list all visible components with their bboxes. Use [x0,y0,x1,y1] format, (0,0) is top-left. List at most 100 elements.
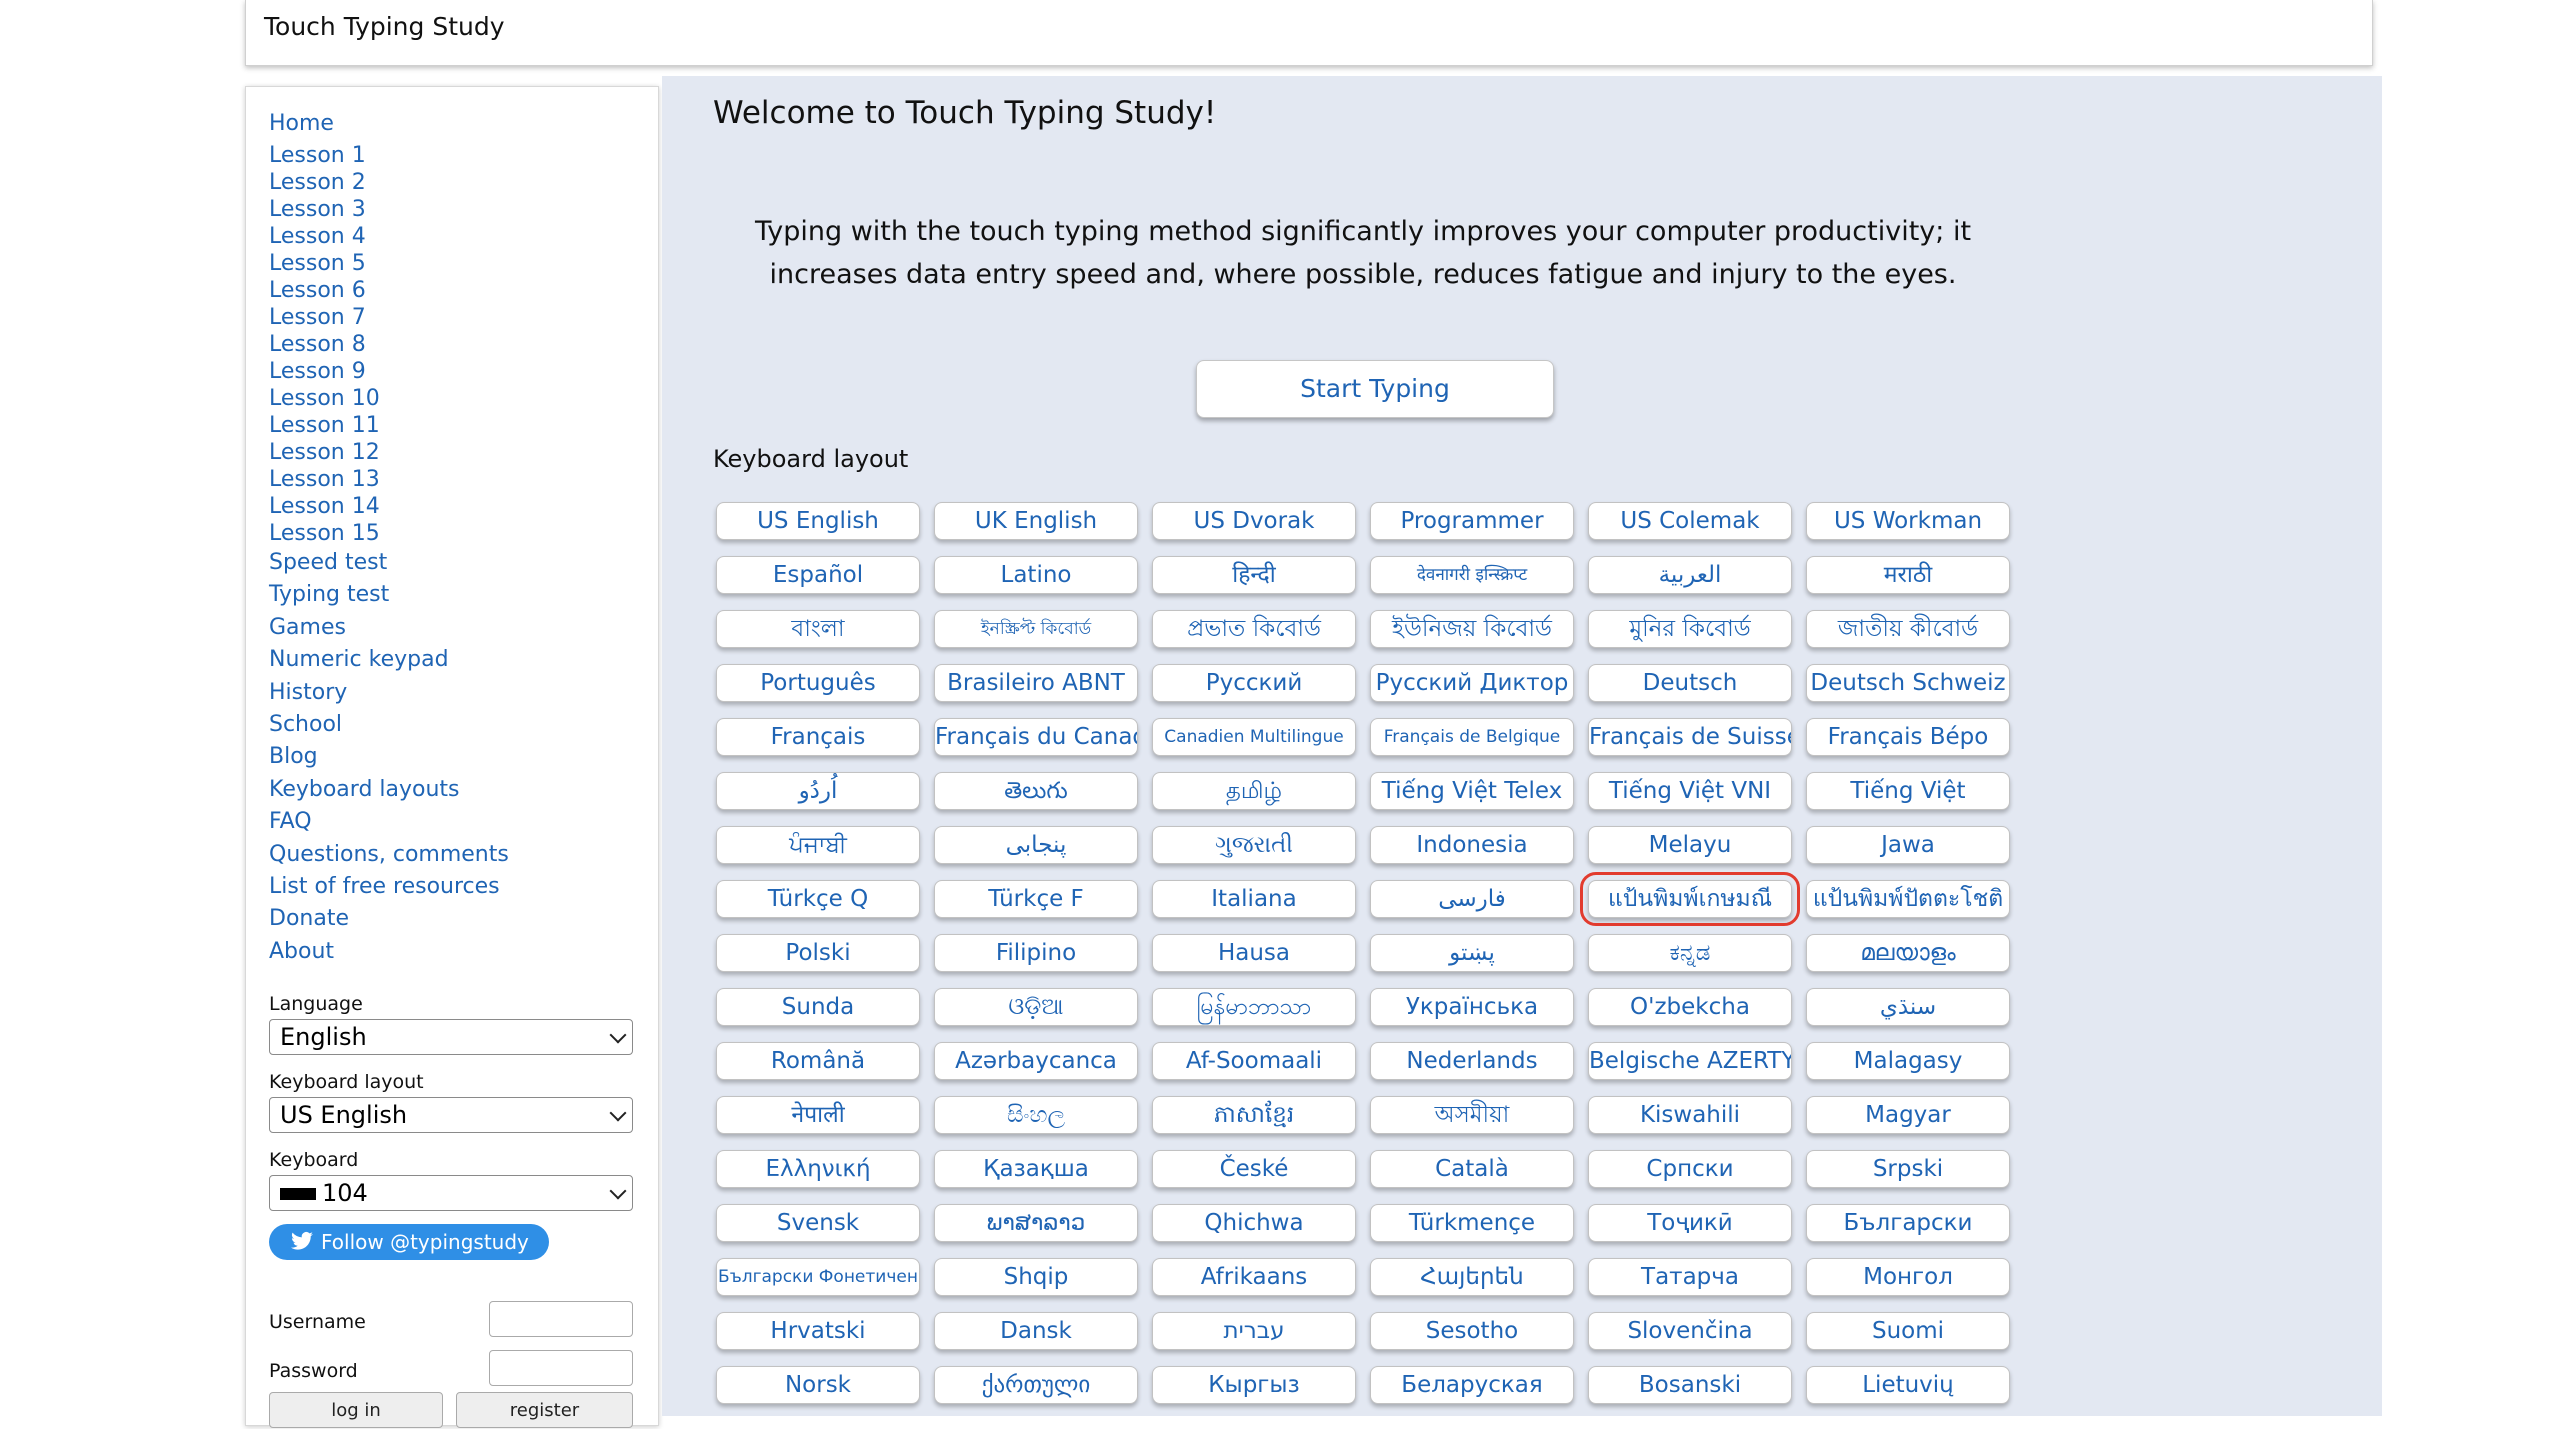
layout-button[interactable]: অসমীয়া [1370,1096,1574,1134]
layout-button[interactable]: Jawa [1806,826,2010,864]
layout-button[interactable]: Français [716,718,920,756]
layout-button[interactable]: Canadien Multilingue [1152,718,1356,756]
nav-lesson[interactable]: Lesson 11 [269,412,509,439]
nav-lesson[interactable]: Lesson 8 [269,331,509,358]
layout-button[interactable]: Norsk [716,1366,920,1404]
username-input[interactable] [489,1301,633,1337]
nav-lesson[interactable]: Lesson 4 [269,223,509,250]
nav-item[interactable]: History [269,677,509,709]
login-button[interactable]: log in [269,1392,443,1428]
layout-button[interactable]: සිංහල [934,1096,1138,1134]
layout-button[interactable]: Беларуская [1370,1366,1574,1404]
nav-lesson[interactable]: Lesson 10 [269,385,509,412]
nav-item[interactable]: About [269,936,509,968]
layout-button[interactable]: Dansk [934,1312,1138,1350]
layout-button[interactable]: ພາສາລາວ [934,1204,1138,1242]
nav-item[interactable]: Speed test [269,547,509,579]
layout-button[interactable]: Català [1370,1150,1574,1188]
layout-button[interactable]: Română [716,1042,920,1080]
layout-button[interactable]: தமிழ் [1152,772,1356,810]
layout-button[interactable]: Hausa [1152,934,1356,972]
register-button[interactable]: register [456,1392,633,1428]
layout-button[interactable]: Hrvatski [716,1312,920,1350]
layout-button[interactable]: हिन्दी [1152,556,1356,594]
layout-button[interactable]: প্রভাত কিবোর্ড [1152,610,1356,648]
layout-button[interactable]: জাতীয় কীবোর্ড [1806,610,2010,648]
layout-button[interactable]: Türkçe Q [716,880,920,918]
language-select[interactable]: English [269,1019,633,1055]
layout-button[interactable]: Français Bépo [1806,718,2010,756]
layout-button[interactable]: Deutsch [1588,664,1792,702]
layout-button[interactable]: پښتو [1370,934,1574,972]
layout-button[interactable]: Afrikaans [1152,1258,1356,1296]
layout-button[interactable]: US Colemak [1588,502,1792,540]
start-typing-button[interactable]: Start Typing [1196,360,1554,418]
layout-button[interactable]: मराठी [1806,556,2010,594]
layout-button[interactable]: US Dvorak [1152,502,1356,540]
layout-button[interactable]: Тоҷикӣ [1588,1204,1792,1242]
layout-button[interactable]: ភាសាខ្មែរ [1152,1096,1356,1134]
nav-lesson[interactable]: Lesson 3 [269,196,509,223]
password-input[interactable] [489,1350,633,1386]
layout-button[interactable]: বাংলা [716,610,920,648]
nav-lesson[interactable]: Lesson 7 [269,304,509,331]
layout-button[interactable]: Русский Диктор [1370,664,1574,702]
layout-button[interactable]: Belgische AZERTY [1588,1042,1792,1080]
layout-button[interactable]: ইনস্ক্রিপ্ট কিবোর্ড [934,610,1138,648]
layout-button[interactable]: Татарча [1588,1258,1792,1296]
layout-button[interactable]: Indonesia [1370,826,1574,864]
layout-button[interactable]: עברית [1152,1312,1356,1350]
layout-button[interactable]: Srpski [1806,1150,2010,1188]
layout-button[interactable]: اُردُو [716,772,920,810]
nav-lesson[interactable]: Lesson 9 [269,358,509,385]
nav-lesson[interactable]: Lesson 15 [269,520,509,547]
layout-button[interactable]: Magyar [1806,1096,2010,1134]
nav-lesson[interactable]: Lesson 1 [269,142,509,169]
layout-button[interactable]: Հայերեն [1370,1258,1574,1296]
layout-button[interactable]: देवनागरी इन्स्क्रिप्ट [1370,556,1574,594]
layout-button[interactable]: العربية [1588,556,1792,594]
layout-button[interactable]: Български Фонетичен [716,1258,920,1296]
layout-button[interactable]: Tiếng Việt Telex [1370,772,1574,810]
layout-button[interactable]: Bosanski [1588,1366,1792,1404]
layout-button[interactable]: UK English [934,502,1138,540]
layout-button[interactable]: Af-Soomaali [1152,1042,1356,1080]
layout-button[interactable]: മലയാളം [1806,934,2010,972]
nav-lesson[interactable]: Lesson 12 [269,439,509,466]
layout-button[interactable]: Polski [716,934,920,972]
layout-button[interactable]: Ελληνική [716,1150,920,1188]
layout-button[interactable]: US English [716,502,920,540]
layout-button[interactable]: Melayu [1588,826,1792,864]
nav-item[interactable]: Keyboard layouts [269,774,509,806]
layout-button[interactable]: Tiếng Việt VNI [1588,772,1792,810]
nav-home[interactable]: Home [269,105,509,142]
layout-button[interactable]: नेपाली [716,1096,920,1134]
layout-button[interactable]: Filipino [934,934,1138,972]
nav-lesson[interactable]: Lesson 2 [269,169,509,196]
nav-lesson[interactable]: Lesson 5 [269,250,509,277]
layout-button[interactable]: Sunda [716,988,920,1026]
layout-button[interactable]: Malagasy [1806,1042,2010,1080]
layout-button[interactable]: ಕನ್ನಡ [1588,934,1792,972]
layout-button[interactable]: แป้นพิมพ์ปัตตะโชติ [1806,880,2010,918]
nav-lesson[interactable]: Lesson 13 [269,466,509,493]
nav-item[interactable]: Blog [269,741,509,773]
layout-button[interactable]: Kiswahili [1588,1096,1792,1134]
twitter-follow-button[interactable]: Follow @typingstudy [269,1224,549,1260]
layout-button[interactable]: O'zbekcha [1588,988,1792,1026]
layout-button[interactable]: Latino [934,556,1138,594]
layout-button[interactable]: ଓଡ଼ିଆ [934,988,1138,1026]
layout-button[interactable]: Türkçe F [934,880,1138,918]
nav-item[interactable]: Numeric keypad [269,644,509,676]
layout-button[interactable]: Sesotho [1370,1312,1574,1350]
layout-button[interactable]: Монгол [1806,1258,2010,1296]
nav-item[interactable]: List of free resources [269,871,509,903]
nav-item[interactable]: School [269,709,509,741]
layout-button[interactable]: Русский [1152,664,1356,702]
layout-button[interactable]: Deutsch Schweiz [1806,664,2010,702]
layout-button[interactable]: US Workman [1806,502,2010,540]
layout-button[interactable]: Українська [1370,988,1574,1026]
layout-button[interactable]: Italiana [1152,880,1356,918]
layout-button[interactable]: Suomi [1806,1312,2010,1350]
layout-button[interactable]: Shqip [934,1258,1138,1296]
